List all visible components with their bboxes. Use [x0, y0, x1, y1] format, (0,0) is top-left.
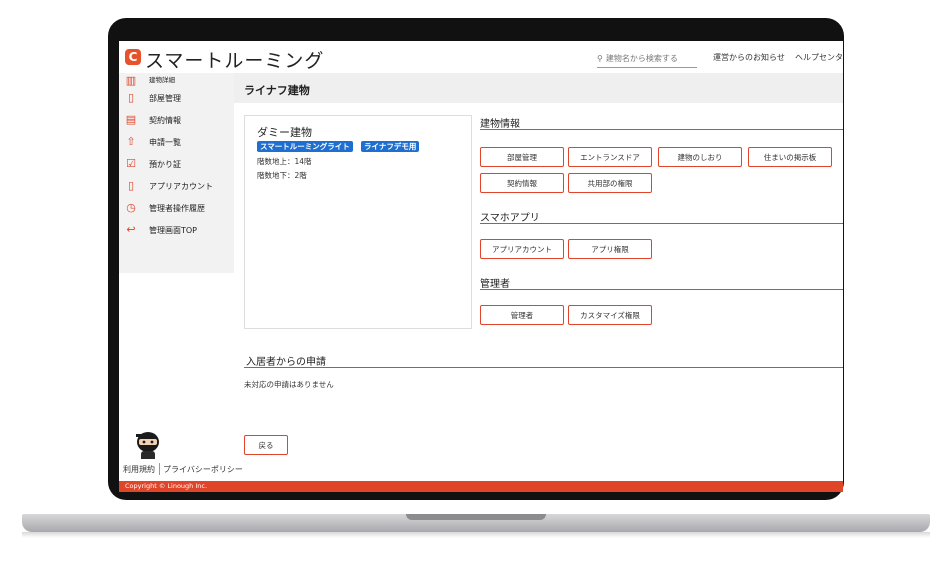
- sidebar-item-label: 管理者操作履歴: [149, 204, 205, 213]
- smartphone-icon: ▯: [127, 179, 135, 192]
- sidebar-item-room-management[interactable]: ▯ 部屋管理: [119, 91, 234, 109]
- app-account-button[interactable]: アプリアカウント: [480, 239, 564, 259]
- sidebar-item-label: 管理画面TOP: [149, 226, 198, 235]
- copyright-bar: Copyright © Linough Inc.: [119, 481, 843, 492]
- bulletin-board-button[interactable]: 住まいの掲示板: [748, 147, 832, 167]
- app-screen: C スマートルーミング ⚲建物名から検索する 運営からのお知らせ ヘルプセンター…: [119, 41, 843, 492]
- door-icon: ▯: [127, 91, 135, 104]
- floors-above: 階数地上：14階: [257, 157, 312, 166]
- search-placeholder: 建物名から検索する: [605, 54, 678, 63]
- help-link[interactable]: ヘルプセンター: [795, 52, 843, 63]
- footer-separator: [159, 463, 160, 475]
- main-content: ライナフ建物 ダミー建物 スマートルーミングライト ライナフデモ用 階数地上：1…: [234, 73, 843, 459]
- sidebar-item-label: 預かり証: [149, 160, 181, 169]
- page-header: ライナフ建物: [234, 73, 843, 103]
- sidebar-item-label: 部屋管理: [149, 94, 181, 103]
- app-permission-button[interactable]: アプリ権限: [568, 239, 652, 259]
- section-divider: [480, 129, 843, 130]
- clock-icon: ◷: [126, 201, 136, 214]
- section-divider: [244, 367, 843, 368]
- contract-info-button[interactable]: 契約情報: [480, 173, 564, 193]
- footer-links: 利用規約 プライバシーポリシー: [119, 459, 843, 481]
- section-divider: [480, 289, 843, 290]
- requests-empty-text: 未対応の申請はありません: [244, 380, 334, 389]
- building-card: ダミー建物 スマートルーミングライト ライナフデモ用 階数地上：14階 階数地下…: [244, 115, 472, 329]
- return-icon: ↩: [126, 223, 136, 236]
- terms-link[interactable]: 利用規約: [123, 464, 155, 475]
- plan-tag: スマートルーミングライト: [257, 141, 353, 152]
- entrance-door-button[interactable]: エントランスドア: [568, 147, 652, 167]
- building-guide-button[interactable]: 建物のしおり: [658, 147, 742, 167]
- copyright-text: Copyright © Linough Inc.: [125, 482, 208, 490]
- brand-name[interactable]: スマートルーミング: [145, 46, 324, 73]
- section-title-requests: 入居者からの申請: [246, 357, 326, 368]
- floors-below: 階数地下：2階: [257, 171, 307, 180]
- top-bar: C スマートルーミング ⚲建物名から検索する 運営からのお知らせ ヘルプセンター: [119, 41, 843, 73]
- check-doc-icon: ☑: [126, 157, 136, 170]
- section-title-admin: 管理者: [480, 279, 510, 290]
- section-divider: [480, 223, 843, 224]
- search-input[interactable]: ⚲ 建物名から検索する: [597, 51, 697, 68]
- sidebar-item-label: 申請一覧: [149, 138, 181, 147]
- building-name: ダミー建物: [257, 126, 312, 139]
- sidebar-item-label: 契約情報: [149, 116, 181, 125]
- notice-link[interactable]: 運営からのお知らせ: [713, 52, 785, 63]
- sidebar-item-label: 建物詳細: [149, 76, 175, 84]
- section-title-smartphone-app: スマホアプリ: [480, 213, 540, 224]
- sidebar-item-request-list[interactable]: ⇧ 申請一覧: [119, 135, 234, 153]
- logo-icon[interactable]: C: [125, 49, 141, 65]
- document-icon: ▤: [125, 113, 137, 126]
- building-icon: ▥: [125, 74, 137, 87]
- room-management-button[interactable]: 部屋管理: [480, 147, 564, 167]
- sidebar-item-app-account[interactable]: ▯ アプリアカウント: [119, 179, 234, 197]
- sidebar: ▥ 建物詳細 ▯ 部屋管理 ▤ 契約情報 ⇧ 申請一覧 ☑ 預かり証 ▯ アプリ…: [119, 73, 234, 459]
- common-area-permission-button[interactable]: 共用部の権限: [568, 173, 652, 193]
- section-title-building-info: 建物情報: [480, 119, 520, 130]
- sidebar-item-receipt[interactable]: ☑ 預かり証: [119, 157, 234, 175]
- upload-doc-icon: ⇧: [126, 135, 136, 148]
- privacy-link[interactable]: プライバシーポリシー: [163, 464, 243, 475]
- admin-button[interactable]: 管理者: [480, 305, 564, 325]
- back-button[interactable]: 戻る: [244, 435, 288, 455]
- page-title: ライナフ建物: [244, 84, 310, 97]
- sidebar-item-admin-top[interactable]: ↩ 管理画面TOP: [119, 223, 234, 241]
- demo-tag: ライナフデモ用: [361, 141, 420, 152]
- sidebar-item-admin-history[interactable]: ◷ 管理者操作履歴: [119, 201, 234, 219]
- laptop-shadow: [22, 532, 930, 538]
- custom-permission-button[interactable]: カスタマイズ権限: [568, 305, 652, 325]
- search-icon: ⚲: [597, 54, 603, 63]
- laptop-hinge: [406, 514, 546, 520]
- sidebar-item-label: アプリアカウント: [149, 182, 213, 191]
- sidebar-item-contract-info[interactable]: ▤ 契約情報: [119, 113, 234, 131]
